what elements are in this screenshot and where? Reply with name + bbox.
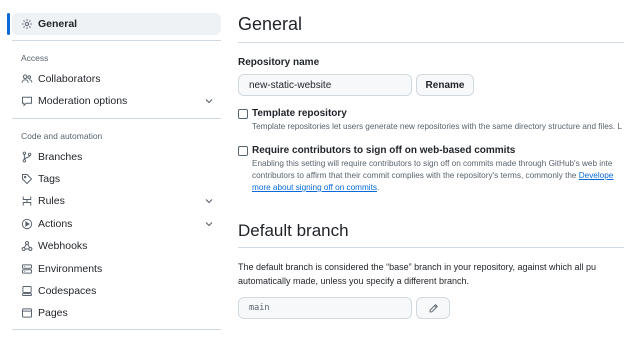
chevron-down-icon[interactable] bbox=[203, 218, 215, 230]
active-indicator bbox=[7, 13, 10, 35]
signoff-desc-suffix: . bbox=[377, 183, 380, 192]
title-divider bbox=[238, 42, 624, 43]
rules-icon bbox=[21, 195, 33, 207]
require-signoff-description-line3: more about signing off on commits. bbox=[252, 182, 379, 195]
sidebar-item-actions[interactable]: Actions bbox=[12, 213, 221, 235]
gear-icon bbox=[21, 18, 33, 30]
pencil-icon bbox=[429, 303, 438, 312]
section-heading-code-automation: Code and automation bbox=[21, 131, 103, 141]
rename-button[interactable]: Rename bbox=[416, 74, 474, 96]
webhook-icon bbox=[21, 240, 33, 252]
play-icon bbox=[21, 218, 33, 230]
branch-icon bbox=[21, 151, 33, 163]
template-repository-description: Template repositories let users generate… bbox=[252, 122, 622, 131]
sidebar-divider bbox=[12, 118, 221, 119]
sidebar-item-label: Collaborators bbox=[38, 73, 101, 85]
repository-name-label: Repository name bbox=[238, 57, 320, 68]
comment-icon bbox=[21, 95, 33, 107]
require-signoff-checkbox[interactable] bbox=[238, 146, 248, 156]
sidebar-item-label: Actions bbox=[38, 218, 73, 230]
sidebar-item-branches[interactable]: Branches bbox=[12, 146, 221, 168]
sidebar-item-label: Branches bbox=[38, 151, 83, 163]
sidebar-item-webhooks[interactable]: Webhooks bbox=[12, 235, 221, 257]
template-repository-title: Template repository bbox=[252, 108, 347, 119]
sidebar-item-label: Pages bbox=[38, 307, 68, 319]
sidebar-item-label: General bbox=[38, 18, 78, 30]
sidebar-item-label: Tags bbox=[38, 173, 61, 185]
sidebar-item-label: Codespaces bbox=[38, 285, 97, 297]
sidebar-item-codespaces[interactable]: Codespaces bbox=[12, 280, 221, 302]
sidebar-item-moderation-options[interactable]: Moderation options bbox=[12, 90, 221, 112]
signing-off-commits-link[interactable]: more about signing off on commits bbox=[252, 183, 377, 192]
settings-sidebar: General Access Collaborators Moderation … bbox=[0, 0, 226, 342]
repository-name-input[interactable]: new-static-website bbox=[238, 74, 412, 96]
require-signoff-description-line2: contributors to affirm that their commit… bbox=[252, 170, 613, 183]
sidebar-item-rules[interactable]: Rules bbox=[12, 190, 221, 212]
sidebar-item-label: Environments bbox=[38, 263, 103, 275]
sidebar-item-general[interactable]: General bbox=[12, 13, 221, 35]
chevron-down-icon[interactable] bbox=[203, 95, 215, 107]
sidebar-item-tags[interactable]: Tags bbox=[12, 168, 221, 190]
section-heading-access: Access bbox=[21, 53, 49, 63]
require-signoff-title: Require contributors to sign off on web-… bbox=[252, 145, 516, 156]
sidebar-item-pages[interactable]: Pages bbox=[12, 302, 221, 324]
default-branch-value: main bbox=[249, 303, 270, 313]
settings-main: General Repository name new-static-websi… bbox=[238, 0, 624, 342]
sidebar-item-collaborators[interactable]: Collaborators bbox=[12, 68, 221, 90]
page-title: General bbox=[238, 14, 303, 34]
sidebar-item-environments[interactable]: Environments bbox=[12, 258, 221, 280]
sidebar-item-label: Rules bbox=[38, 195, 65, 207]
sidebar-item-label: Webhooks bbox=[38, 240, 88, 252]
default-branch-description-line1: The default branch is considered the “ba… bbox=[238, 262, 597, 272]
tag-icon bbox=[21, 173, 33, 185]
default-branch-divider bbox=[238, 247, 624, 248]
repository-name-value: new-static-website bbox=[249, 79, 332, 91]
sidebar-item-label: Moderation options bbox=[38, 95, 128, 107]
developer-certificate-link[interactable]: Develope bbox=[579, 171, 614, 180]
sidebar-divider bbox=[12, 329, 221, 330]
default-branch-description-line2: automatically made, unless you specify a… bbox=[238, 276, 469, 286]
sidebar-divider bbox=[12, 40, 221, 41]
server-icon bbox=[21, 263, 33, 275]
edit-default-branch-button[interactable] bbox=[416, 297, 450, 319]
template-repository-checkbox[interactable] bbox=[238, 109, 248, 119]
browser-icon bbox=[21, 307, 33, 319]
require-signoff-description-line1: Enabling this setting will require contr… bbox=[252, 159, 613, 168]
chevron-down-icon[interactable] bbox=[203, 195, 215, 207]
people-icon bbox=[21, 73, 33, 85]
default-branch-field[interactable]: main bbox=[238, 297, 412, 319]
signoff-desc-text: contributors to affirm that their commit… bbox=[252, 171, 579, 180]
default-branch-heading: Default branch bbox=[238, 221, 349, 240]
codespaces-icon bbox=[21, 285, 33, 297]
